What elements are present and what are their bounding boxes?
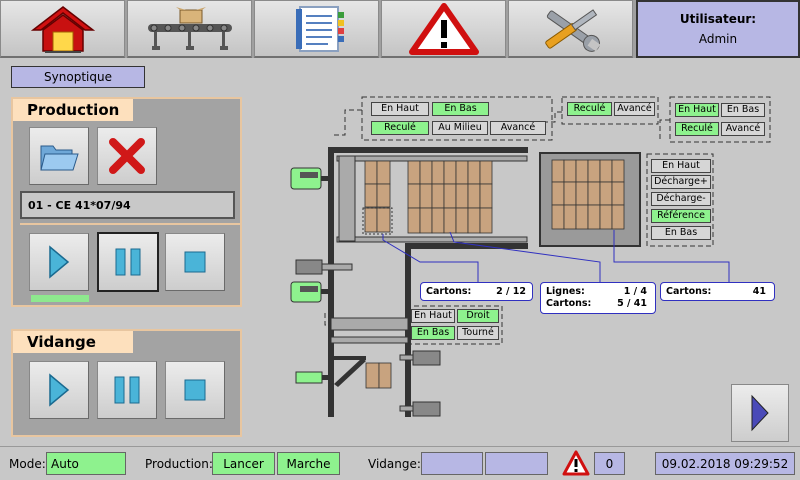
info2-l1-value: 1 / 4	[623, 286, 647, 297]
tag-c-en-haut: En Haut	[675, 103, 719, 117]
info2-l1-label: Lignes:	[546, 286, 585, 297]
tag-c-en-bas: En Bas	[721, 103, 765, 117]
chevron-right-icon	[751, 394, 769, 432]
tag-d-reference: Référence	[651, 209, 711, 223]
tag-b-avance: Avancé	[614, 102, 655, 116]
info2-l2-value: 5 / 41	[617, 298, 647, 309]
tag-c-avance: Avancé	[721, 122, 765, 136]
tag-c-recule: Reculé	[675, 122, 719, 136]
production-lancer-field: Lancer	[212, 452, 275, 475]
tag-a-avance: Avancé	[490, 121, 546, 135]
alarm-count: 0	[594, 452, 625, 475]
synoptic-diagram	[290, 96, 771, 417]
tag-e-en-bas: En Bas	[411, 326, 455, 340]
status-bar: Mode: Auto Production: Lancer Marche Vid…	[0, 446, 800, 480]
tag-a-au-milieu: Au Milieu	[432, 121, 488, 135]
info-cartons-3: Cartons: 41	[660, 282, 775, 301]
vidange-status-label: Vidange:	[368, 457, 421, 471]
tag-d-decharge-plus: Décharge+	[651, 175, 711, 189]
info1-value: 2 / 12	[496, 286, 526, 297]
production-marche-field: Marche	[277, 452, 340, 475]
tag-e-droit: Droit	[457, 309, 499, 323]
info-lignes-cartons: Lignes: 1 / 4 Cartons: 5 / 41	[540, 282, 656, 314]
info3-label: Cartons:	[666, 286, 712, 297]
tag-a-en-haut: En Haut	[371, 102, 429, 116]
tag-d-decharge-minus: Décharge-	[651, 192, 711, 206]
datetime-display: 09.02.2018 09:29:52	[655, 452, 795, 475]
mode-field: Auto	[46, 452, 126, 475]
tag-b-recule: Reculé	[567, 102, 612, 116]
info2-l2-label: Cartons:	[546, 298, 592, 309]
vidange-field-2	[485, 452, 548, 475]
alarm-warning-icon[interactable]	[562, 450, 590, 476]
info-cartons-1: Cartons: 2 / 12	[420, 282, 533, 301]
vidange-field-1	[421, 452, 483, 475]
info3-value: 41	[752, 286, 766, 297]
tag-e-en-haut: En Haut	[411, 309, 455, 323]
tag-d-en-haut: En Haut	[651, 159, 711, 173]
tag-a-recule: Reculé	[371, 121, 429, 135]
mode-label: Mode:	[9, 457, 46, 471]
tag-e-tourne: Tourné	[457, 326, 499, 340]
tag-a-en-bas: En Bas	[432, 102, 489, 116]
info1-label: Cartons:	[426, 286, 472, 297]
next-page-button[interactable]	[731, 384, 789, 442]
tag-d-en-bas: En Bas	[651, 226, 711, 240]
production-status-label: Production:	[145, 457, 213, 471]
